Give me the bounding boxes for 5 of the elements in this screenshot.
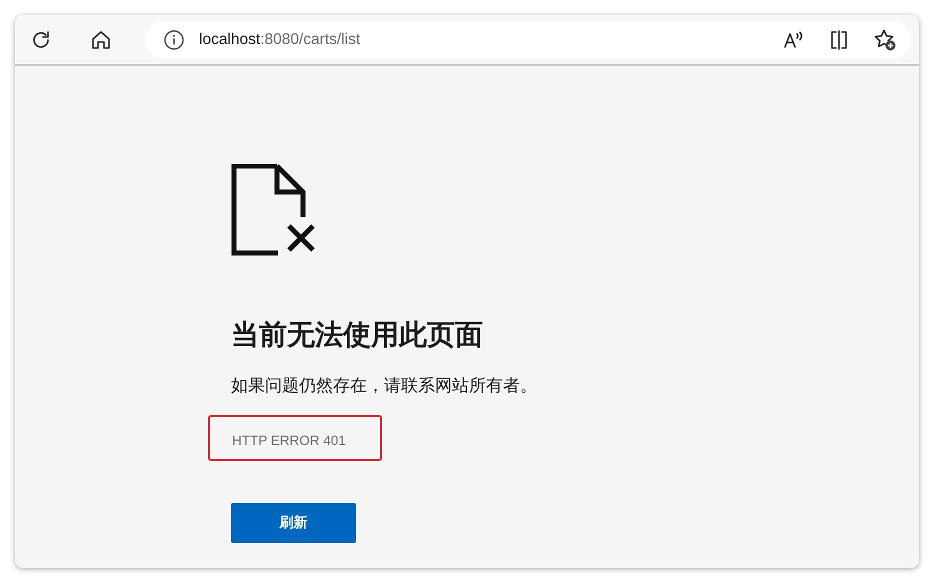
refresh-button[interactable]: 刷新 [231, 503, 356, 543]
error-heading: 当前无法使用此页面 [231, 317, 483, 353]
error-code: HTTP ERROR 401 [232, 433, 346, 448]
address-bar[interactable]: localhost:8080/carts/list [145, 20, 911, 58]
error-message: 如果问题仍然存在，请联系网站所有者。 [231, 375, 537, 397]
